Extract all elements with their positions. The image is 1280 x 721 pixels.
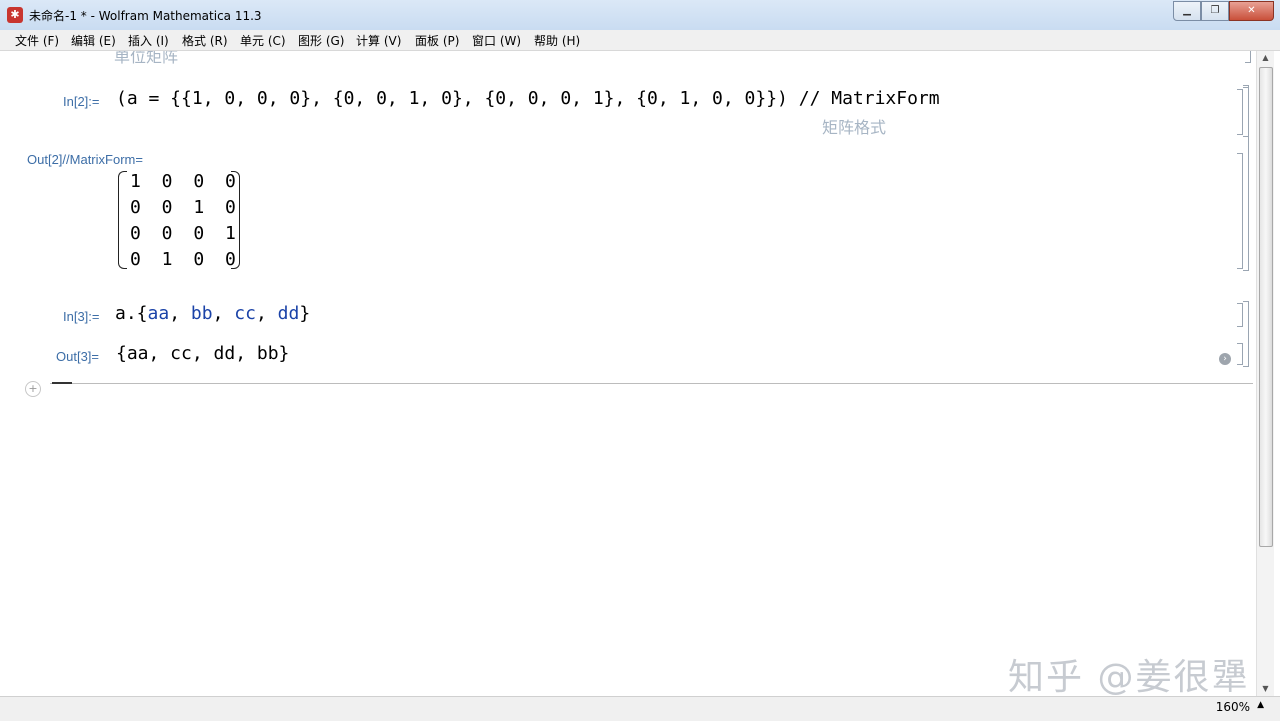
add-cell-plus-icon[interactable]: +: [25, 381, 41, 397]
group-bracket[interactable]: [1243, 301, 1249, 367]
status-bar: 160% ▲: [0, 696, 1280, 721]
insertion-cursor: [52, 382, 72, 384]
vertical-scrollbar[interactable]: ▲ ▼: [1256, 51, 1274, 696]
code-suffix: }: [299, 303, 311, 324]
cell-bracket[interactable]: [1245, 51, 1251, 63]
watermark: 知乎 @姜很犟: [1008, 657, 1250, 696]
matrixform-hint: 矩阵格式: [822, 118, 887, 137]
identity-matrix-hint: 单位矩阵: [114, 51, 179, 66]
input-cell-code[interactable]: a.{aa, bb, cc, dd}: [115, 303, 310, 324]
scroll-up-arrow-icon[interactable]: ▲: [1257, 51, 1274, 65]
menu-format[interactable]: 格式 (R): [182, 32, 228, 49]
menu-help[interactable]: 帮助 (H): [534, 32, 580, 49]
symbol: aa: [147, 303, 170, 324]
output-cell-bracket[interactable]: [1237, 343, 1243, 365]
output-label: Out[2]//MatrixForm=: [27, 152, 143, 167]
matrix-row: 0 1 0 0: [130, 249, 241, 270]
menu-bar: 文件 (F) 编辑 (E) 插入 (I) 格式 (R) 单元 (C) 图形 (G…: [0, 30, 1280, 51]
menu-cell[interactable]: 单元 (C): [240, 32, 286, 49]
input-label: In[2]:=: [63, 94, 100, 109]
matrix-row: 0 0 1 0: [130, 197, 241, 218]
window-controls: ▁ ❐ ✕: [1173, 1, 1274, 21]
zoom-dropdown-icon[interactable]: ▲: [1257, 700, 1264, 710]
input-label: In[3]:=: [63, 309, 100, 324]
mathematica-spikey-icon[interactable]: ✱: [7, 7, 23, 23]
title-bar: ✱ 未命名-1 * - Wolfram Mathematica 11.3 ▁ ❐…: [0, 0, 1280, 31]
symbol: cc: [234, 303, 256, 324]
menu-insert[interactable]: 插入 (I): [128, 32, 169, 49]
scrollbar-thumb[interactable]: [1259, 67, 1273, 547]
maximize-button[interactable]: ❐: [1201, 1, 1229, 21]
right-parenthesis: [231, 171, 240, 269]
matrix-output[interactable]: 1 0 0 0 0 0 1 0 0 0 0 1 0 1 0 0: [118, 171, 241, 270]
symbol: dd: [277, 303, 300, 324]
output-cell-value[interactable]: {aa, cc, dd, bb}: [116, 343, 289, 364]
zoom-level[interactable]: 160%: [1216, 700, 1250, 714]
suggestions-bar-icon[interactable]: ›: [1219, 353, 1231, 365]
menu-edit[interactable]: 编辑 (E): [71, 32, 116, 49]
left-parenthesis: [118, 171, 127, 269]
minimize-button[interactable]: ▁: [1173, 1, 1201, 21]
close-button[interactable]: ✕: [1229, 1, 1274, 21]
cell-insertion-line[interactable]: [50, 383, 1253, 384]
matrix-row: 1 0 0 0: [130, 171, 241, 192]
menu-file[interactable]: 文件 (F): [15, 32, 59, 49]
output-label: Out[3]=: [56, 349, 99, 364]
menu-graphics[interactable]: 图形 (G): [298, 32, 344, 49]
notebook-area[interactable]: 单位矩阵 In[2]:= (a = {{1, 0, 0, 0}, {0, 0, …: [0, 51, 1256, 696]
menu-evaluation[interactable]: 计算 (V): [356, 32, 401, 49]
scroll-down-arrow-icon[interactable]: ▼: [1257, 682, 1274, 696]
input-cell-code[interactable]: (a = {{1, 0, 0, 0}, {0, 0, 1, 0}, {0, 0,…: [116, 88, 940, 109]
window-title: 未命名-1 * - Wolfram Mathematica 11.3: [29, 9, 262, 23]
matrix-row: 0 0 0 1: [130, 223, 241, 244]
menu-window[interactable]: 窗口 (W): [472, 32, 521, 49]
group-bracket[interactable]: [1243, 87, 1249, 271]
code-prefix: a.{: [115, 303, 148, 324]
menu-palettes[interactable]: 面板 (P): [415, 32, 459, 49]
symbol: bb: [190, 303, 213, 324]
